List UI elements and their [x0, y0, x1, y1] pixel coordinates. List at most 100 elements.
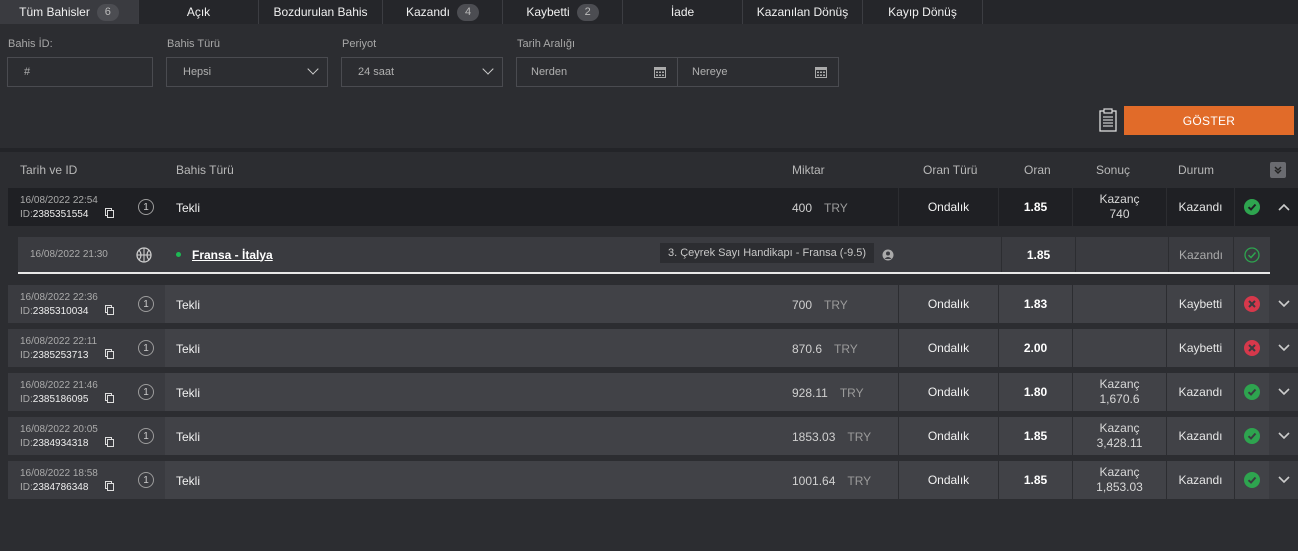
result-value: 740: [1109, 207, 1130, 221]
expand-all-button[interactable]: [1270, 162, 1286, 178]
odds-type: Ondalık: [899, 461, 998, 499]
show-button[interactable]: GÖSTER: [1124, 106, 1294, 135]
table-row[interactable]: 16/08/2022 18:58 ID:2384786348 1 Tekli 10…: [8, 461, 1298, 499]
currency: TRY: [824, 201, 848, 215]
currency: TRY: [824, 298, 848, 312]
date-from-input[interactable]: Nerden: [516, 57, 678, 87]
bet-id: 2385310034: [32, 306, 89, 317]
collapse-button[interactable]: [1270, 188, 1298, 226]
status-text: Kazandı: [1167, 461, 1234, 499]
statistics-icon[interactable]: [882, 249, 894, 261]
table-row[interactable]: 16/08/2022 22:11 ID:2385253713 1 Tekli 87…: [8, 329, 1298, 367]
check-outline-icon: [1244, 246, 1260, 263]
tab-cashed-out[interactable]: Bozdurulan Bahis: [259, 0, 383, 24]
odds-value: 1.83: [999, 285, 1072, 323]
calendar-icon[interactable]: [654, 66, 666, 78]
selection-count-icon: 1: [138, 428, 154, 444]
result-value: 1,853.03: [1096, 480, 1143, 494]
bet-date: 16/08/2022 20:05: [20, 424, 98, 435]
expand-button[interactable]: [1270, 373, 1298, 411]
page-footer-space: [0, 500, 1298, 551]
table-row[interactable]: 16/08/2022 21:46 ID:2385186095 1 Tekli 92…: [8, 373, 1298, 411]
copy-icon[interactable]: [105, 349, 114, 359]
status-text: Kazandı: [1167, 417, 1234, 455]
id-prefix: ID:: [20, 394, 33, 405]
date-id-cell: 16/08/2022 21:46 ID:2385186095: [8, 373, 128, 411]
col-amount: Miktar: [792, 163, 825, 177]
bet-type: Tekli: [165, 417, 768, 455]
tab-refund[interactable]: İade: [623, 0, 743, 24]
bet-type: Tekli: [165, 285, 768, 323]
tab-label: Kayıp Dönüş: [888, 5, 957, 19]
selection-status: Kazandı: [1168, 237, 1233, 272]
copy-icon[interactable]: [105, 437, 114, 447]
copy-icon[interactable]: [105, 208, 114, 218]
odds-value: 2.00: [999, 329, 1072, 367]
expand-button[interactable]: [1270, 285, 1298, 323]
odds-value: 1.85: [999, 417, 1072, 455]
calendar-icon[interactable]: [815, 66, 827, 78]
tab-open[interactable]: Açık: [139, 0, 259, 24]
table-row[interactable]: 16/08/2022 20:05 ID:2384934318 1 Tekli 18…: [8, 417, 1298, 455]
bet-type: Tekli: [165, 329, 768, 367]
tab-label: Açık: [186, 5, 211, 19]
currency: TRY: [847, 430, 872, 444]
clipboard-icon[interactable]: [1099, 108, 1117, 132]
status-text: Kazandı: [1167, 373, 1234, 411]
bet-amount: 928.11: [792, 386, 828, 400]
tab-lost-return[interactable]: Kayıp Dönüş: [863, 0, 983, 24]
period-label: Periyot: [342, 38, 377, 50]
tab-label: Kazandı: [405, 5, 451, 19]
table-row[interactable]: 16/08/2022 22:36 ID:2385310034 1 Tekli 70…: [8, 285, 1298, 323]
chevron-down-icon: [1278, 432, 1290, 440]
tab-lost[interactable]: Kaybetti 2: [503, 0, 623, 24]
result-label: Kazanç: [1099, 377, 1140, 391]
date-id-cell: 16/08/2022 18:58 ID:2384786348: [8, 461, 128, 499]
result-label: Kazanç: [1099, 421, 1140, 435]
bet-amount: 1001.64: [792, 474, 836, 488]
selection-count-icon: 1: [138, 199, 154, 215]
bet-type: Tekli: [165, 373, 768, 411]
table-header: Tarih ve ID Bahis Türü Miktar Oran Türü …: [8, 152, 1298, 188]
bet-date: 16/08/2022 22:54: [20, 195, 98, 206]
copy-icon[interactable]: [105, 393, 114, 403]
double-chevron-down-icon: [1274, 166, 1282, 175]
odds-type: Ondalık: [899, 285, 998, 323]
chevron-down-icon: [1278, 300, 1290, 308]
tab-won[interactable]: Kazandı 4: [383, 0, 503, 24]
date-id-cell: 16/08/2022 22:54 ID:2385351554: [8, 188, 128, 226]
bet-id: 2385186095: [32, 394, 89, 405]
match-link[interactable]: Fransa - İtalya: [176, 237, 273, 272]
expand-button[interactable]: [1270, 329, 1298, 367]
tab-label: İade: [670, 5, 695, 19]
bet-id-input[interactable]: #: [7, 57, 153, 87]
table-row[interactable]: 16/08/2022 22:54 ID:2385351554 1 Tekli 40…: [8, 188, 1298, 226]
selection-odds: 1.85: [1001, 237, 1075, 272]
bet-id: 2384934318: [32, 438, 89, 449]
bet-id-label: Bahis İD:: [8, 38, 53, 50]
col-result: Sonuç: [1096, 163, 1131, 177]
tab-won-return[interactable]: Kazanılan Dönüş: [743, 0, 863, 24]
col-status: Durum: [1178, 163, 1215, 177]
odds-value: 1.85: [999, 188, 1072, 226]
copy-icon[interactable]: [105, 481, 114, 491]
copy-icon[interactable]: [105, 305, 114, 315]
currency: TRY: [847, 474, 872, 488]
period-select[interactable]: 24 saat: [341, 57, 503, 87]
tab-all-bets[interactable]: Tüm Bahisler 6: [0, 0, 139, 24]
bet-type-select[interactable]: Hepsi: [166, 57, 328, 87]
expand-button[interactable]: [1270, 461, 1298, 499]
status-text: Kaybetti: [1167, 285, 1234, 323]
bet-id-placeholder: #: [24, 66, 31, 78]
date-from-placeholder: Nerden: [531, 66, 568, 78]
date-to-input[interactable]: Nereye: [677, 57, 839, 87]
tab-label: Bozdurulan Bahis: [273, 5, 368, 19]
expand-button[interactable]: [1270, 417, 1298, 455]
bet-history-tabs: Tüm Bahisler 6 Açık Bozdurulan Bahis Kaza…: [0, 0, 1298, 24]
id-prefix: ID:: [20, 350, 33, 361]
date-range-label: Tarih Aralığı: [517, 38, 576, 50]
bet-date: 16/08/2022 18:58: [20, 468, 98, 479]
chevron-down-icon: [1278, 476, 1290, 484]
event-date: 16/08/2022 21:30: [30, 249, 108, 260]
bet-id: 2385253713: [32, 350, 89, 361]
